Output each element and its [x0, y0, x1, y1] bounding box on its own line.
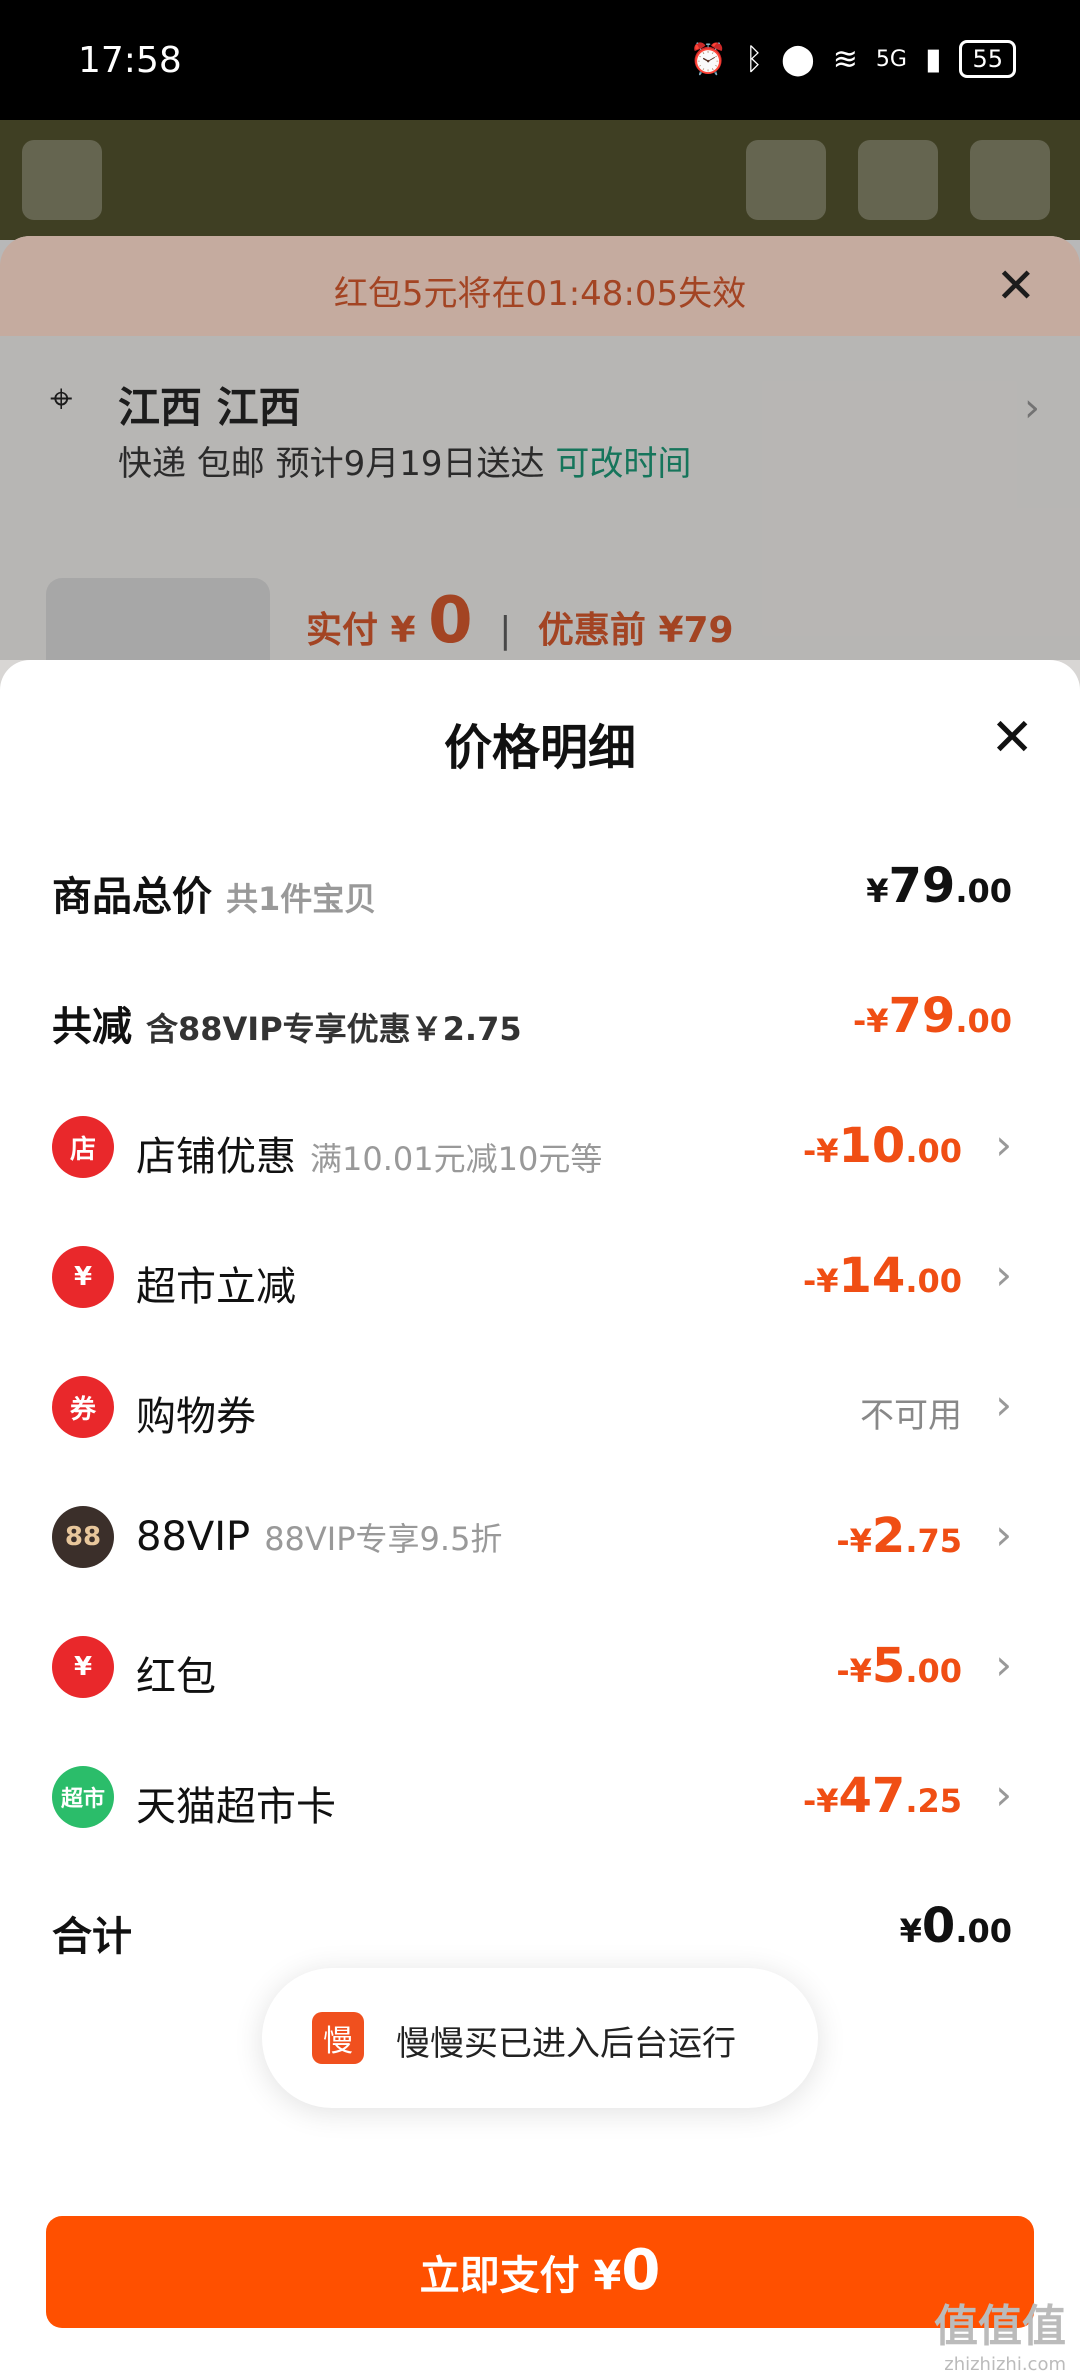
row-label: 88VIP 88VIP专享9.5折 — [136, 1514, 503, 1560]
row-amount: -¥2.75 — [836, 1508, 962, 1564]
row-label: 店铺优惠 满10.01元减10元等 — [136, 1134, 603, 1180]
row-label: 商品总价 共1件宝贝 — [52, 874, 377, 920]
row-label: 合计 — [52, 1914, 132, 1960]
status-bar: 17:58 ⏰ ᛒ ⬤ ≋ 5G ▮ 55 — [0, 0, 1080, 120]
chevron-right-icon: › — [995, 1510, 1012, 1559]
battery-indicator: 55 — [959, 40, 1016, 78]
alarm-icon: ⏰ — [689, 41, 728, 77]
watermark-logo: 值值值 — [934, 2301, 1066, 2352]
row-amount: -¥10.00 — [802, 1118, 962, 1174]
close-icon[interactable]: ✕ — [990, 712, 1034, 764]
row-label: 共减 含88VIP专享优惠￥2.75 — [52, 1004, 522, 1050]
manmanmai-logo-icon: 慢 — [312, 2012, 364, 2064]
pay-now-button[interactable]: 立即支付 ¥0 — [46, 2216, 1034, 2328]
row-status: 不可用 — [860, 1396, 962, 1436]
chevron-right-icon: › — [995, 1770, 1012, 1819]
row-total-discount: 共减 含88VIP专享优惠￥2.75 -¥79.00 — [52, 964, 1032, 1064]
row-amount: -¥47.25 — [802, 1768, 962, 1824]
vip88-icon: 88 — [52, 1506, 114, 1568]
row-tmall-card[interactable]: 超市 天猫超市卡 -¥47.25 › — [52, 1744, 1032, 1844]
watermark-site: zhizhizhi.com — [944, 2354, 1066, 2375]
store-icon: 店 — [52, 1116, 114, 1178]
chevron-right-icon: › — [995, 1250, 1012, 1299]
row-shopping-voucher[interactable]: 券 购物券 不可用 › — [52, 1354, 1032, 1454]
network-label: 5G — [875, 46, 907, 72]
row-sub: 含88VIP专享优惠￥2.75 — [146, 1010, 522, 1048]
bluetooth-icon: ᛒ — [745, 41, 764, 77]
row-store-discount[interactable]: 店 店铺优惠 满10.01元减10元等 -¥10.00 › — [52, 1094, 1032, 1194]
toast-message: 慢慢买已进入后台运行 — [396, 2024, 736, 2064]
wifi-icon: ≋ — [832, 41, 858, 77]
row-amount: -¥5.00 — [836, 1638, 962, 1694]
panel-title: 价格明细 — [443, 720, 636, 776]
chevron-right-icon: › — [995, 1120, 1012, 1169]
status-time: 17:58 — [78, 40, 182, 81]
pay-button-label: 立即支付 ¥ — [419, 2253, 622, 2299]
row-goods-total: 商品总价 共1件宝贝 ¥79.00 — [52, 834, 1032, 934]
row-sub: 满10.01元减10元等 — [310, 1140, 603, 1178]
row-sub: 共1件宝贝 — [226, 880, 377, 918]
watermark: 值值值 zhizhizhi.com — [934, 2290, 1066, 2375]
chevron-right-icon: › — [995, 1640, 1012, 1689]
overlay-scrim[interactable] — [0, 120, 1080, 660]
row-label: 购物券 — [136, 1394, 256, 1440]
chevron-right-icon: › — [995, 1380, 1012, 1429]
row-amount: -¥14.00 — [802, 1248, 962, 1304]
row-amount: ¥0.00 — [899, 1898, 1012, 1954]
row-amount: ¥79.00 — [866, 858, 1012, 914]
signal-icon: ▮ — [924, 41, 942, 77]
status-icons: ⏰ ᛒ ⬤ ≋ 5G ▮ 55 — [690, 40, 1016, 78]
yuan-icon: ¥ — [52, 1246, 114, 1308]
row-grand-total: 合计 ¥0.00 — [52, 1874, 1032, 1974]
row-supermarket-discount[interactable]: ¥ 超市立减 -¥14.00 › — [52, 1224, 1032, 1324]
row-label: 红包 — [136, 1654, 216, 1700]
row-88vip[interactable]: 88 88VIP 88VIP专享9.5折 -¥2.75 › — [52, 1484, 1032, 1584]
row-sub: 88VIP专享9.5折 — [264, 1520, 503, 1558]
row-red-packet[interactable]: ¥ 红包 -¥5.00 › — [52, 1614, 1032, 1714]
red-packet-icon: ¥ — [52, 1636, 114, 1698]
price-detail-panel: 价格明细 ✕ 商品总价 共1件宝贝 ¥79.00 共减 含88VIP专享优惠￥2.7… — [0, 660, 1080, 2376]
row-label: 超市立减 — [136, 1264, 296, 1310]
location-icon: ⬤ — [781, 41, 815, 77]
row-amount: -¥79.00 — [852, 988, 1012, 1044]
ticket-icon: 券 — [52, 1376, 114, 1438]
background-toast: 慢 慢慢买已进入后台运行 — [262, 1968, 818, 2108]
tmall-supermarket-icon: 超市 — [52, 1766, 114, 1828]
row-label: 天猫超市卡 — [136, 1784, 336, 1830]
pay-button-amount: 0 — [621, 2238, 661, 2303]
